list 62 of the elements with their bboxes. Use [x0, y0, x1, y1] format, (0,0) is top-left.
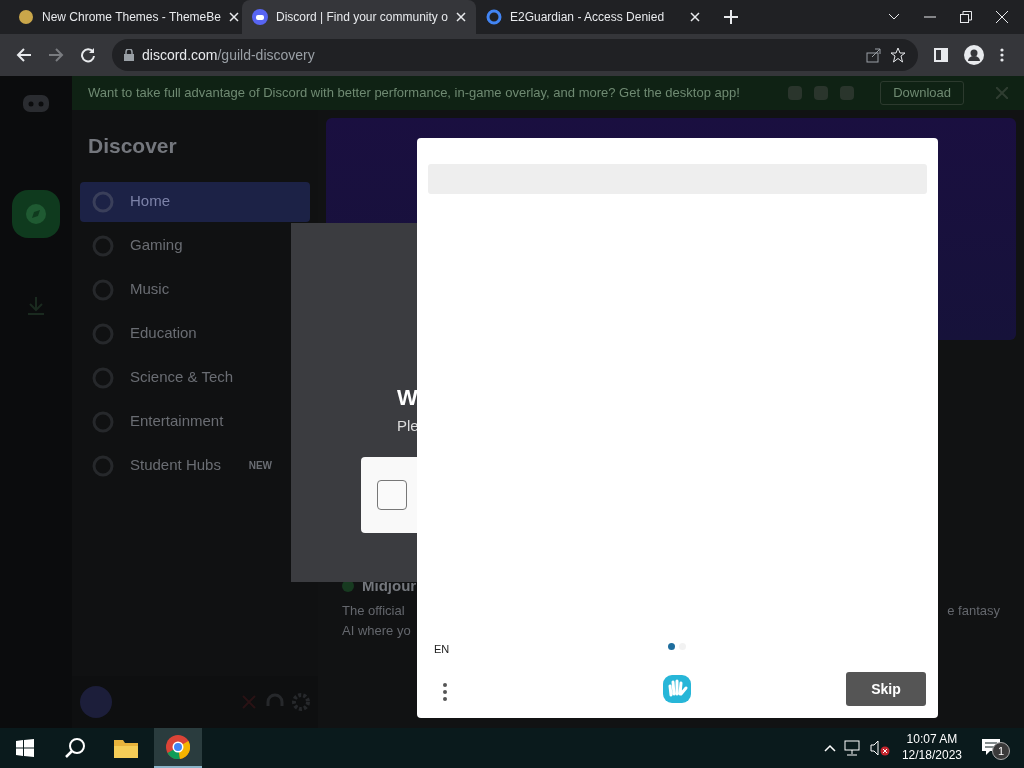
site-icon [486, 9, 502, 25]
side-panel-icon[interactable] [934, 48, 948, 62]
category-item[interactable]: Entertainment [80, 401, 310, 442]
network-icon[interactable] [843, 740, 862, 756]
compass-icon [24, 202, 48, 226]
notification-count: 1 [992, 742, 1010, 760]
category-icon [92, 322, 114, 345]
hand-logo-icon [661, 673, 693, 705]
browser-tab[interactable]: New Chrome Themes - ThemeBe [8, 0, 242, 34]
notifications-button[interactable]: 1 [982, 734, 1010, 762]
new-tag: NEW [248, 458, 272, 473]
forward-icon [48, 47, 64, 63]
chrome-taskbar-button[interactable] [154, 728, 202, 768]
browser-tab[interactable]: E2Guardian - Access Denied [476, 0, 710, 34]
folder-icon[interactable] [114, 738, 138, 758]
share-icon[interactable] [866, 47, 882, 63]
category-item[interactable]: Science & Tech [80, 357, 310, 398]
category-icon [92, 410, 114, 433]
profile-icon[interactable] [964, 45, 984, 65]
browser-tab[interactable]: Discord | Find your community o [242, 0, 476, 34]
chevron-up-icon[interactable] [823, 744, 836, 752]
start-icon[interactable] [16, 739, 34, 757]
menu-icon[interactable] [1000, 48, 1004, 62]
site-icon [252, 9, 268, 25]
restore-icon[interactable] [960, 11, 972, 23]
category-icon [92, 278, 114, 301]
lock-icon [124, 49, 134, 61]
menu-icon[interactable] [443, 683, 447, 701]
modal-text: Ple [397, 416, 419, 436]
sidebar-title: Discover [87, 133, 178, 159]
category-icon [92, 366, 114, 389]
banner-text: Want to take full advantage of Discord with better performance, in-game overlay, and more? Get the desktop app! [88, 84, 741, 103]
server-description: e fantasy [947, 602, 1000, 620]
category-item[interactable]: Gaming [80, 225, 310, 266]
reload-icon[interactable] [80, 47, 96, 63]
category-icon [92, 234, 114, 257]
category-icon [92, 454, 114, 477]
checkbox[interactable] [377, 480, 407, 510]
chrome-icon [166, 735, 190, 759]
category-icon [92, 190, 114, 213]
page-dot[interactable] [668, 643, 675, 650]
download-button[interactable]: Download [880, 81, 964, 105]
back-icon[interactable] [16, 47, 32, 63]
avatar-icon [80, 686, 112, 718]
modal-heading: W [397, 384, 418, 412]
site-icon [18, 9, 34, 25]
server-description: AI where yo [342, 621, 411, 640]
server-description: The official [342, 602, 406, 620]
language-label[interactable]: EN [434, 641, 450, 658]
new-tab-icon[interactable] [724, 10, 738, 24]
skip-button[interactable]: Skip [846, 672, 926, 706]
volume-muted-icon[interactable] [869, 740, 890, 756]
category-item[interactable]: Home [80, 181, 310, 222]
url-text: discord.com/guild-discovery [142, 45, 316, 65]
chevron-down-icon[interactable] [888, 13, 900, 21]
clock[interactable]: 10:07 AM 12/18/2023 [901, 732, 962, 764]
category-item[interactable]: Education [80, 313, 310, 354]
category-item[interactable]: Student Hubs NEW [80, 445, 310, 486]
search-icon[interactable] [64, 737, 86, 759]
address-bar[interactable]: discord.com/guild-discovery [112, 39, 918, 71]
category-item[interactable]: Music [80, 269, 310, 310]
star-icon[interactable] [890, 47, 906, 63]
